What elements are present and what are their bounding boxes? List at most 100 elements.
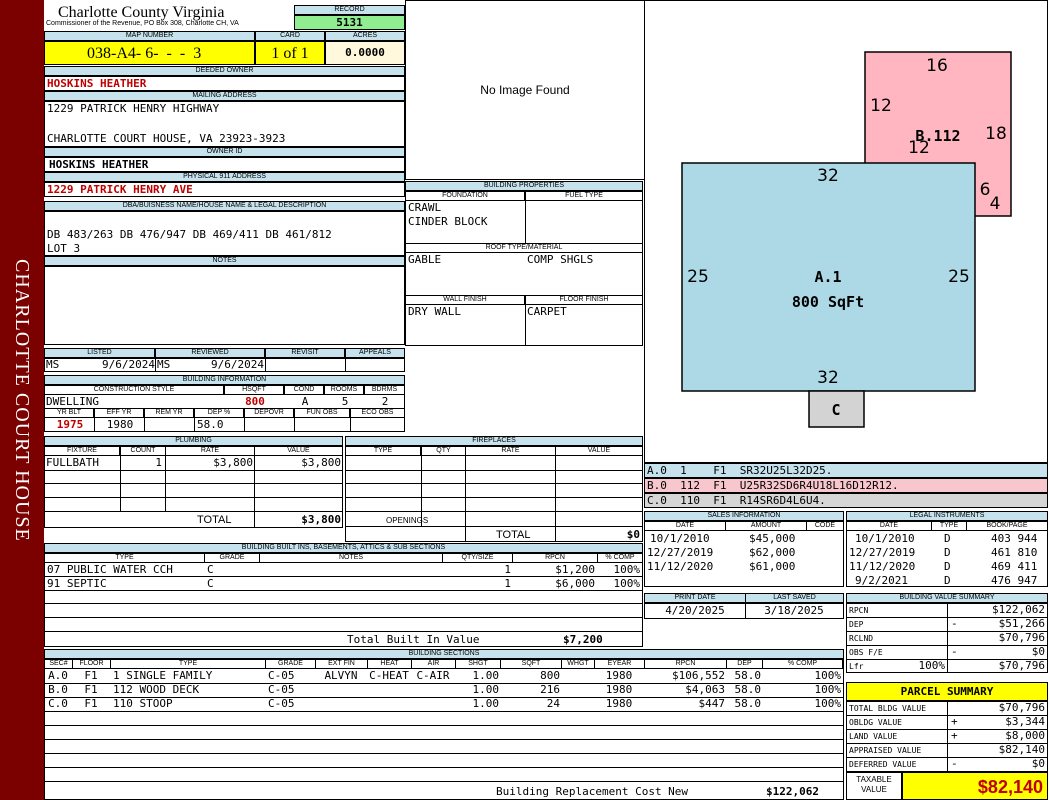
record-value: 5131 (336, 16, 363, 29)
builtins-box: TYPE GRADE NOTES QTY/SIZE RPCN % COMP 07… (44, 553, 643, 647)
sec-row-1-col-13: 100% (814, 683, 842, 696)
commissioner-line: Commissioner of the Revenue, PO Box 308,… (46, 20, 239, 27)
parcel-row-0-label: TOTAL BLDG VALUE (849, 704, 927, 713)
parcel-row-3-value: $82,140 (998, 743, 1045, 756)
building-info-label: BUILDING INFORMATION (44, 375, 405, 385)
sketch-code-b: B.0 112 F1 U25R32SD6R4U18L16D12R12. (644, 478, 1048, 493)
bl-r2-type: 91 SEPTIC (47, 577, 107, 590)
bl-h-comp: % COMP (597, 554, 642, 563)
legal-3-book: 469 411 (991, 560, 1038, 573)
plumb-h-rate: RATE (165, 447, 255, 456)
sec-row-1-col-12: 58.0 (734, 683, 762, 696)
sketch-code-a: A.0 1 F1 SR32U25L32D25. (644, 463, 1048, 478)
legal-4-type: D (944, 574, 951, 587)
fireplaces-box: TYPE QTY RATE VALUE OPENINGS TOTAL $0 (345, 446, 643, 542)
bl-r1-grade: C (207, 563, 214, 576)
parcel-summary-header: PARCEL SUMMARY (846, 682, 1048, 701)
sec-h-7: SHGT (455, 660, 501, 669)
sec-row-2-col-0: C.0 (48, 697, 68, 710)
plumbing-label: PLUMBING (44, 436, 343, 446)
building-info-box: CONSTRUCTION STYLE HSQFT COND ROOMS BDRM… (44, 385, 405, 432)
dim-b-right: 18 (985, 124, 1007, 144)
dim-a-bottom: 32 (817, 368, 839, 388)
label-a-area: 800 SqFt (792, 293, 864, 311)
legal-label: LEGAL INSTRUMENTS (846, 511, 1048, 521)
sec-h-12: DEP (726, 660, 763, 669)
legal-box: DATE TYPE BOOK/PAGE 10/1/2010 D 403 944 … (846, 521, 1048, 587)
sec-row-1-col-8: 216 (540, 683, 560, 696)
fp-openings-label: OPENINGS (386, 516, 429, 525)
sec-row-2-col-3: C-05 (268, 697, 295, 710)
bp-found-1: CRAWL (408, 201, 442, 214)
sales-h-amount: AMOUNT (725, 522, 807, 531)
sec-h-0: SEC# (45, 660, 73, 669)
fp-h-value: VALUE (555, 447, 642, 456)
bl-r1-rpcn: $1,200 (555, 563, 595, 576)
plumb-h-value: VALUE (254, 447, 342, 456)
sec-h-11: RPCN (644, 660, 727, 669)
sec-total: $122,062 (766, 785, 819, 798)
sec-h-10: EYEAR (594, 660, 645, 669)
bi-h-effyr: EFF YR (94, 408, 144, 418)
plumb-h-fixture: FIXTURE (45, 447, 120, 456)
print-date-label: PRINT DATE (644, 593, 746, 603)
plumb-h-count: COUNT (120, 447, 166, 456)
fp-total: $0 (626, 528, 640, 541)
bl-r2-comp: 100% (613, 577, 641, 590)
mailing-line-1: 1229 PATRICK HENRY HIGHWAY (47, 102, 220, 115)
legal-4-book: 476 947 (991, 574, 1038, 587)
sales-h-date: DATE (645, 522, 726, 531)
fp-h-qty: QTY (421, 447, 466, 456)
plumbing-box: FIXTURE COUNT RATE VALUE FULLBATH 1 $3,8… (44, 446, 343, 528)
sec-h-3: GRADE (265, 660, 316, 669)
dim-b-4: 4 (990, 194, 1001, 214)
appeals-label: APPEALS (345, 348, 405, 358)
legal-2-type: D (944, 546, 951, 559)
bl-h-rpcn: RPCN (512, 554, 598, 563)
no-image-text: No Image Found (480, 83, 570, 97)
dba-label: DBA/BUISNESS NAME/HOUSE NAME & LEGAL DES… (44, 201, 405, 211)
bl-h-type: TYPE (45, 554, 205, 563)
legal-3-type: D (944, 560, 951, 573)
sec-h-9: WHGT (561, 660, 595, 669)
sec-row-0-col-3: C-05 (268, 669, 295, 682)
bp-h-wall: WALL FINISH (406, 295, 525, 305)
parcel-row-3-label: APPRAISED VALUE (849, 746, 922, 755)
building-props-box: FOUNDATION FUEL TYPE CRAWL CINDER BLOCK … (405, 191, 643, 346)
bp-h-fuel: FUEL TYPE (525, 192, 642, 201)
plumb-value: $3,800 (301, 456, 341, 469)
bi-h-rooms: ROOMS (324, 386, 364, 395)
acres-box: 0.0000 (325, 41, 405, 65)
sketch-codes: A.0 1 F1 SR32U25L32D25. B.0 112 F1 U25R3… (644, 463, 1048, 508)
legal-1-type: D (944, 532, 951, 545)
physical-address-box: 1229 PATRICK HENRY AVE (44, 182, 405, 197)
bvs-row-3-value: $0 (1031, 645, 1045, 658)
building-sketch: 16 12 12 18 6 4 B.112 32 25 25 32 A.1 80… (681, 51, 1012, 428)
reviewed-date: 9/6/2024 (211, 358, 264, 371)
card-label: CARD (255, 31, 325, 41)
listed-row: MS 9/6/2024 MS 9/6/2024 (44, 358, 405, 372)
sec-total-label: Building Replacement Cost New (496, 785, 689, 798)
legal-1-book: 403 944 (991, 532, 1038, 545)
sec-row-0-col-10: 1980 (605, 669, 633, 682)
bvs-row-2-label: RCLND (849, 634, 874, 643)
sections-box: SEC# FLOOR TYPE GRADE EXT FIN HEAT AIR SHGT SQFT… (44, 659, 844, 800)
sec-row-1-col-10: 1980 (605, 683, 633, 696)
bvs-row-2-value: $70,796 (998, 631, 1045, 644)
bp-floor: CARPET (527, 305, 567, 318)
legal-h-book: BOOK/PAGE (966, 522, 1047, 531)
bvs-row-3-label: OBS F/E (849, 648, 883, 657)
sale-1-date: 10/1/2010 (650, 532, 710, 545)
sec-h-5: HEAT (367, 660, 412, 669)
deeded-owner-value: HOSKINS HEATHER (47, 77, 147, 90)
dba-box: DB 483/263 DB 476/947 DB 469/411 DB 461/… (44, 211, 405, 256)
legal-2-book: 461 810 (991, 546, 1038, 559)
bi-h-cond: COND (284, 386, 324, 395)
label-a: A.1 (814, 268, 841, 286)
map-number-value: 038-A4- 6- - - 3 (87, 45, 202, 62)
physical-address-value: 1229 PATRICK HENRY AVE (47, 183, 193, 196)
sidebar: CHARLOTTE COURT HOUSE (0, 0, 44, 800)
sec-row-0-col-8: 800 (540, 669, 560, 682)
map-number-box: 038-A4- 6- - - 3 (44, 41, 255, 65)
legal-h-date: DATE (847, 522, 932, 531)
